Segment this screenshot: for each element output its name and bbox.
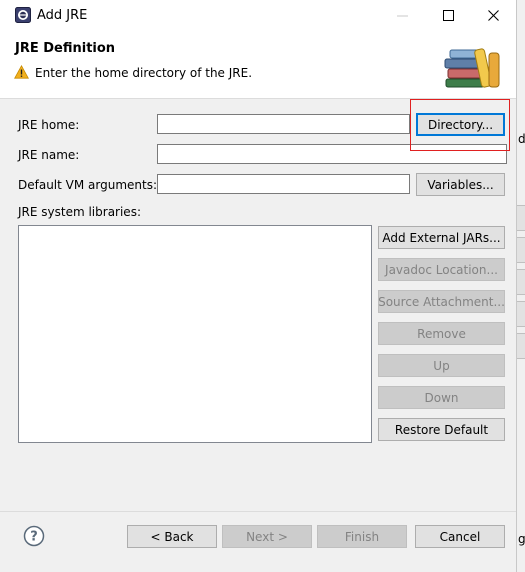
source-attachment-button[interactable]: Source Attachment...	[378, 290, 505, 313]
eclipse-icon	[15, 7, 31, 23]
directory-button[interactable]: Directory...	[416, 113, 505, 136]
minimize-button[interactable]	[380, 0, 426, 31]
close-icon	[488, 9, 499, 21]
system-libraries-list[interactable]	[18, 225, 372, 443]
down-button[interactable]: Down	[378, 386, 505, 409]
header-message: Enter the home directory of the JRE.	[35, 66, 253, 80]
books-icon	[442, 41, 504, 92]
warning-icon	[14, 64, 29, 82]
vm-arguments-label: Default VM arguments:	[18, 178, 158, 192]
remove-button[interactable]: Remove	[378, 322, 505, 345]
variables-button[interactable]: Variables...	[416, 173, 505, 196]
help-icon[interactable]: ?	[23, 525, 45, 547]
minimize-icon	[397, 15, 408, 16]
background-window-tab	[517, 333, 525, 359]
jre-name-input[interactable]	[157, 144, 507, 164]
background-window-tab	[517, 269, 525, 295]
background-window-tab	[517, 301, 525, 327]
system-libraries-label: JRE system libraries:	[18, 205, 141, 219]
header-title: JRE Definition	[15, 41, 116, 56]
javadoc-location-button[interactable]: Javadoc Location...	[378, 258, 505, 281]
cancel-button[interactable]: Cancel	[415, 525, 505, 548]
dialog-footer: ? < Back Next > Finish Cancel	[0, 511, 516, 572]
add-external-jars-button[interactable]: Add External JARs...	[378, 226, 505, 249]
up-button[interactable]: Up	[378, 354, 505, 377]
jre-name-label: JRE name:	[18, 148, 80, 162]
maximize-button[interactable]	[426, 0, 472, 31]
add-jre-dialog: d g Add JRE JRE Definition Enter the hom…	[0, 0, 525, 572]
dialog-header: JRE Definition Enter the home directory …	[0, 31, 516, 99]
vm-arguments-input[interactable]	[157, 174, 410, 194]
jre-home-label: JRE home:	[18, 118, 80, 132]
window-title: Add JRE	[37, 8, 88, 23]
background-window-glyph: g	[518, 532, 525, 546]
finish-button[interactable]: Finish	[317, 525, 407, 548]
maximize-icon	[443, 9, 454, 21]
dialog-body: JRE home: Directory... JRE name: Default…	[0, 99, 516, 511]
title-bar: Add JRE	[0, 0, 516, 31]
next-button[interactable]: Next >	[222, 525, 312, 548]
restore-default-button[interactable]: Restore Default	[378, 418, 505, 441]
background-window-tab	[517, 237, 525, 263]
background-window-glyph: d	[518, 132, 525, 146]
svg-text:?: ?	[30, 530, 38, 545]
close-button[interactable]	[471, 0, 517, 31]
back-button[interactable]: < Back	[127, 525, 217, 548]
jre-home-input[interactable]	[157, 114, 410, 134]
background-window-tab	[517, 205, 525, 231]
